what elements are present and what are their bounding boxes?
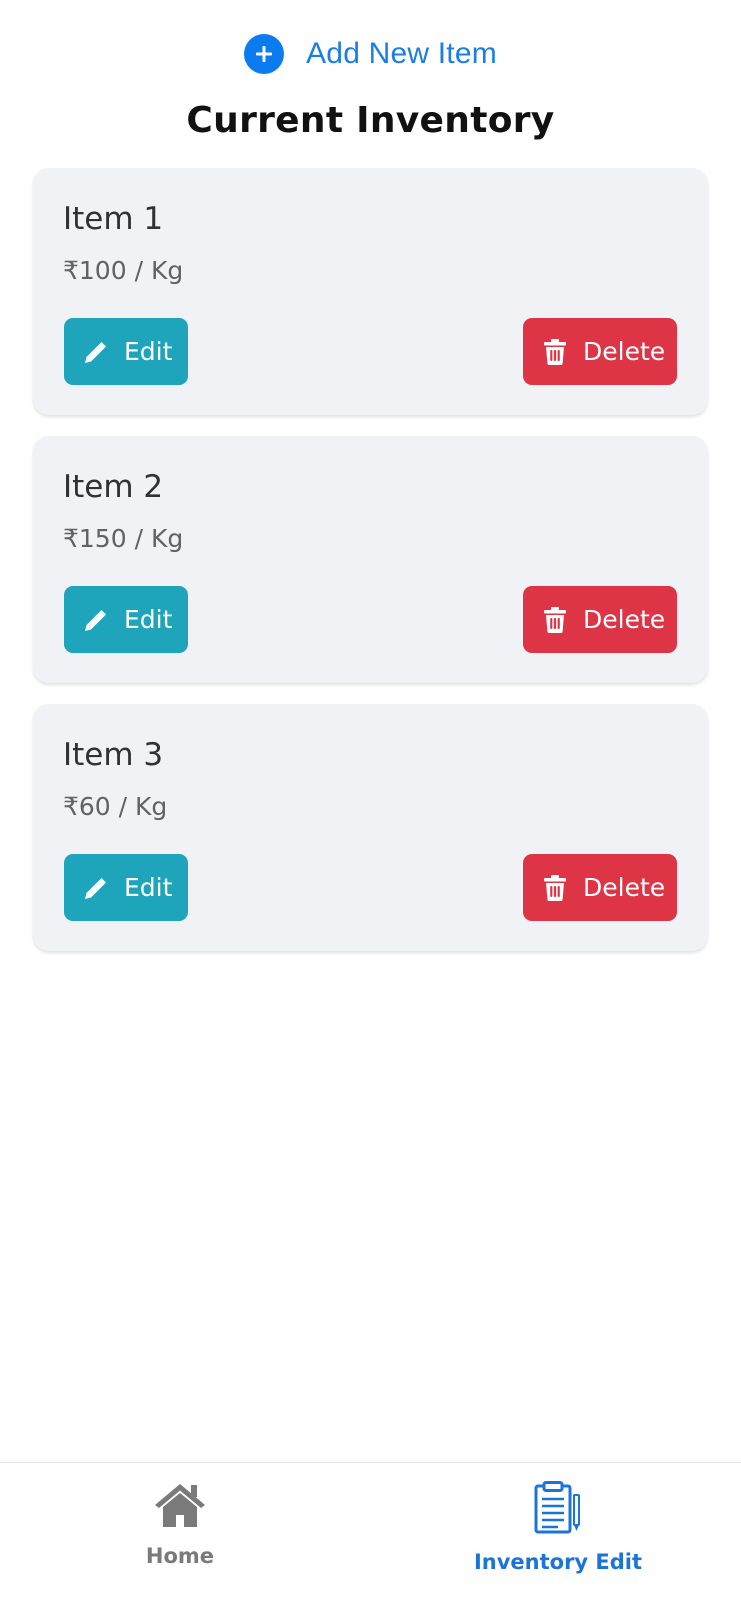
edit-button[interactable]: Edit [64,586,188,653]
item-name: Item 3 [63,737,164,773]
item-price: ₹150 / Kg [63,524,184,553]
delete-button[interactable]: Delete [523,318,677,385]
inventory-card: Item 3 ₹60 / Kg Edit Delete [33,704,708,951]
clipboard-icon [532,1481,584,1540]
trash-icon [543,606,567,634]
delete-button[interactable]: Delete [523,854,677,921]
delete-button[interactable]: Delete [523,586,677,653]
add-new-item-label: Add New Item [306,37,497,70]
home-icon [154,1481,206,1534]
edit-button-label: Edit [124,605,173,634]
pencil-icon [82,606,110,634]
item-price: ₹60 / Kg [63,792,168,821]
nav-item-inventory-edit[interactable]: Inventory Edit [468,1481,648,1574]
inventory-card: Item 2 ₹150 / Kg Edit Delete [33,436,708,683]
item-name: Item 2 [63,469,164,505]
item-name: Item 1 [63,201,164,237]
plus-circle-icon [244,34,285,74]
edit-button[interactable]: Edit [64,854,188,921]
edit-button-label: Edit [124,873,173,902]
item-price: ₹100 / Kg [63,256,184,285]
edit-button-label: Edit [124,337,173,366]
inventory-card: Item 1 ₹100 / Kg Edit Delete [33,168,708,415]
page-title: Current Inventory [186,100,555,141]
bottom-navigation: Home Inventory Edit [0,1462,741,1600]
nav-label-home: Home [145,1544,215,1568]
edit-button[interactable]: Edit [64,318,188,385]
nav-item-home[interactable]: Home [130,1481,230,1568]
trash-icon [543,874,567,902]
inventory-list: Item 1 ₹100 / Kg Edit Delete Item 2 ₹150… [33,168,708,972]
pencil-icon [82,874,110,902]
delete-button-label: Delete [583,873,666,902]
trash-icon [543,338,567,366]
add-new-item-button[interactable]: Add New Item [0,34,741,74]
pencil-icon [82,338,110,366]
delete-button-label: Delete [583,605,666,634]
nav-label-inventory-edit: Inventory Edit [473,1550,643,1574]
delete-button-label: Delete [583,337,666,366]
inventory-screen: Add New Item Current Inventory Item 1 ₹1… [0,0,741,1600]
